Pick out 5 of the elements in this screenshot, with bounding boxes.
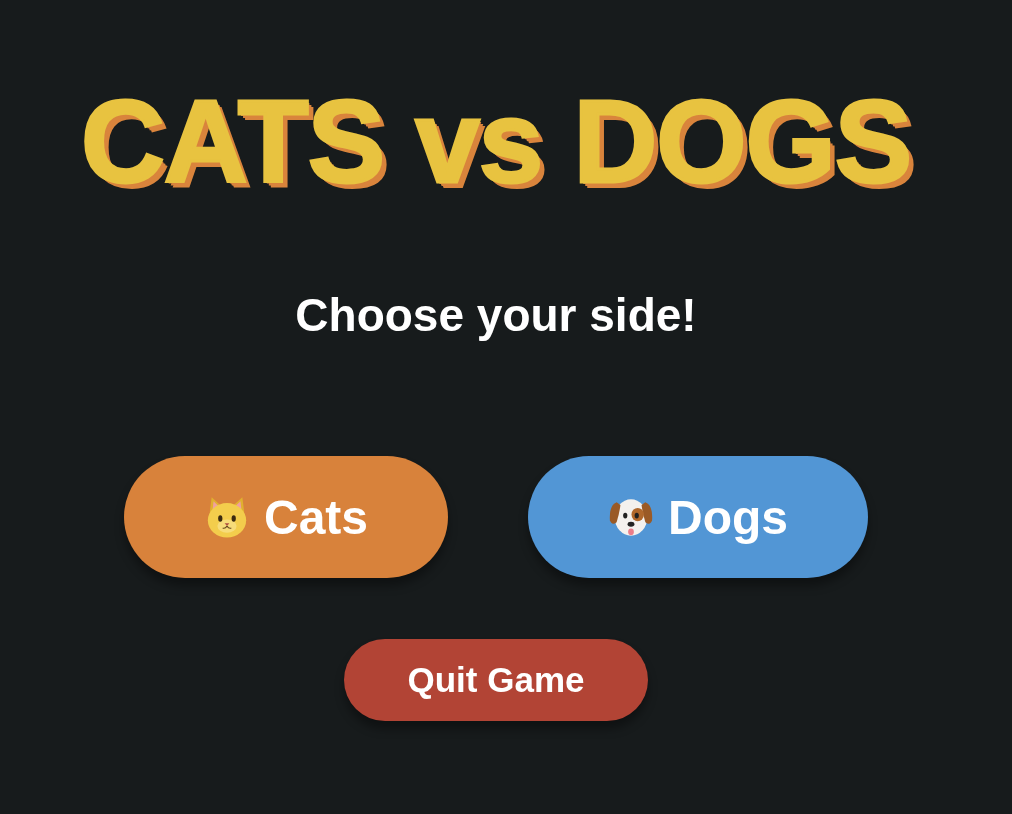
choice-button[interactable]: Cats [123, 456, 448, 578]
quit-button[interactable]: Quit Game [344, 639, 648, 721]
dog-face-icon [608, 496, 654, 538]
game-title: CATS vs DOGS [80, 84, 912, 200]
choice-button[interactable]: Dogs [528, 456, 868, 578]
